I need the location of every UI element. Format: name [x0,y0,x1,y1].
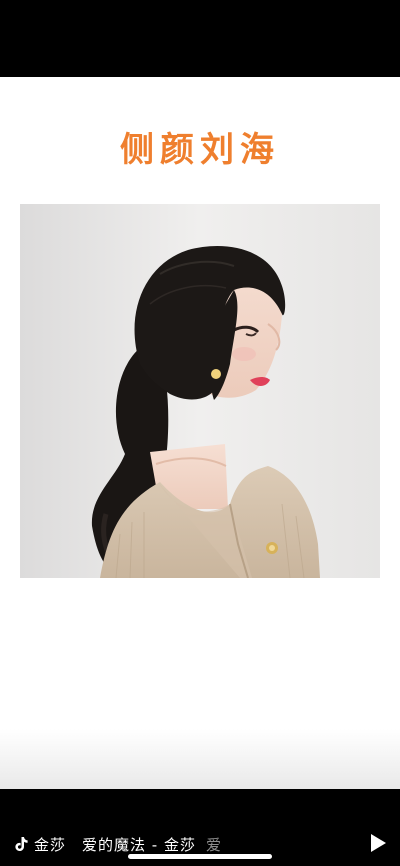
home-indicator[interactable] [128,854,272,859]
hairstyle-photo[interactable] [20,204,380,578]
tiktok-note-icon [15,837,28,851]
top-black-bar [0,0,400,77]
play-icon[interactable] [367,832,389,854]
post-title: 侧颜刘海 [120,130,280,170]
content-bottom-fade [0,729,400,789]
music-marquee-tail: 爱 [205,835,222,854]
music-song: 爱的魔法 - 金莎 [82,835,196,854]
music-artist: 金莎 [34,835,67,854]
music-ticker[interactable]: 金莎 爱的魔法 - 金莎 爱 [12,832,222,856]
